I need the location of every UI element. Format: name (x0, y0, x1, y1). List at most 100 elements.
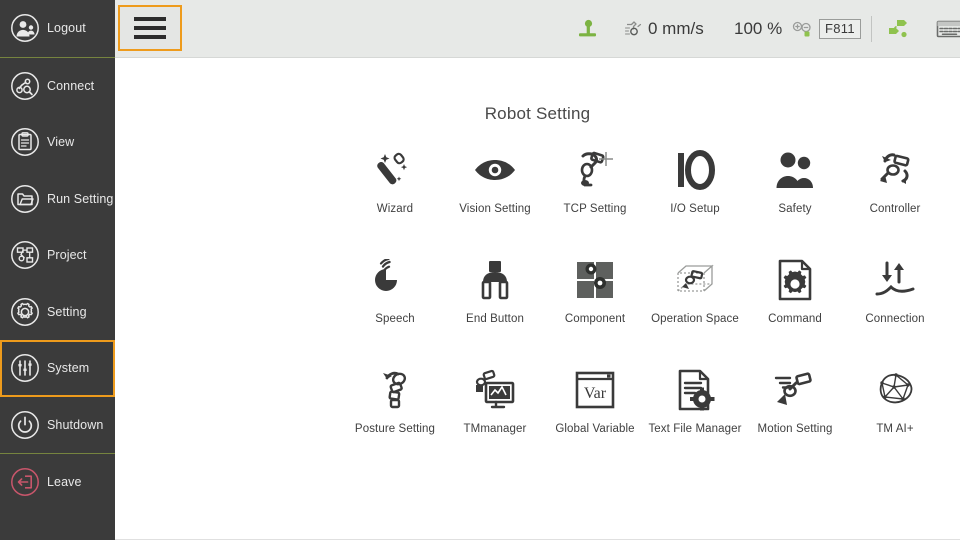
magic-wand-icon (373, 146, 417, 194)
sidebar-item-label: Connect (47, 78, 95, 93)
gripper-icon (476, 256, 514, 304)
speed-value: 0 mm/s (648, 18, 704, 38)
speed-percent-value: 100 % (734, 18, 783, 38)
brain-network-icon (871, 366, 919, 414)
run-setting-icon (9, 183, 40, 214)
divider-line (871, 15, 872, 42)
sliders-icon (9, 353, 40, 384)
sidebar-item-label: Leave (47, 475, 82, 490)
tile-label: Connection (865, 313, 925, 325)
content-area: Robot Setting Wizard Vision Setting TCP … (115, 58, 960, 540)
var-window-icon: Var (573, 366, 617, 414)
leave-icon (9, 467, 40, 498)
tile-operation-space[interactable]: Operation Space (645, 256, 745, 325)
tile-label: Wizard (376, 203, 414, 215)
network-flow-icon[interactable] (883, 0, 913, 57)
tile-safety[interactable]: Safety (745, 146, 845, 215)
tile-label: Posture Setting (354, 423, 436, 435)
tile-label: Controller (869, 203, 921, 215)
tile-label: I/O Setup (670, 203, 720, 215)
keyboard-icon[interactable] (935, 0, 960, 57)
io-text-icon (672, 146, 718, 194)
hamburger-bar (134, 17, 166, 21)
settings-grid: Wizard Vision Setting TCP Setting I/O Se… (115, 146, 960, 435)
tile-label: Motion Setting (757, 423, 833, 435)
tcp-robot-crosshair-icon (574, 146, 616, 194)
tile-speech[interactable]: Speech (345, 256, 445, 325)
speech-sound-icon (373, 256, 417, 304)
sidebar-item-label: Project (47, 248, 87, 263)
zoom-in-out-icon[interactable] (791, 0, 815, 57)
sidebar-item-system[interactable]: System (0, 340, 115, 397)
tile-label: Safety (778, 203, 812, 215)
document-gear-icon (775, 256, 815, 304)
project-badge-label: F811 (819, 18, 861, 39)
sidebar-item-connect[interactable]: Connect (0, 58, 115, 115)
toolbar-divider (862, 0, 881, 57)
tile-command[interactable]: Command (745, 256, 845, 325)
component-squares-gear-icon (574, 256, 616, 304)
view-icon (9, 127, 40, 158)
project-badge[interactable]: F811 (819, 0, 861, 57)
tile-tmmanager[interactable]: TMmanager (445, 366, 545, 435)
tile-label: Vision Setting (459, 203, 531, 215)
document-lines-gear-icon (675, 366, 715, 414)
sidebar-item-label: Setting (47, 304, 87, 319)
tile-text-file-manager[interactable]: Text File Manager (645, 366, 745, 435)
robot-posture-rotate-icon (374, 366, 416, 414)
top-toolbar: 0 mm/s 100 % F811 (115, 0, 960, 58)
tile-label: TM AI+ (876, 423, 914, 435)
gear-icon (9, 296, 40, 327)
sidebar-item-label: Run Setting (47, 191, 114, 206)
project-icon (9, 240, 40, 271)
hamburger-menu-button[interactable] (118, 5, 182, 51)
sidebar-item-project[interactable]: Project (0, 227, 115, 284)
sidebar-item-run-setting[interactable]: Run Setting (0, 171, 115, 228)
tile-label: Global Variable (555, 423, 635, 435)
joystick-icon (574, 16, 600, 42)
tile-component[interactable]: Component (545, 256, 645, 325)
tile-posture-setting[interactable]: Posture Setting (345, 366, 445, 435)
sidebar-item-shutdown[interactable]: Shutdown (0, 397, 115, 454)
jog-status-group[interactable] (574, 0, 600, 57)
sidebar-item-label: View (47, 135, 75, 150)
tile-label: Command (768, 313, 822, 325)
sidebar-item-label: System (47, 361, 90, 376)
tile-connection[interactable]: Connection (845, 256, 945, 325)
hamburger-bar (134, 35, 166, 39)
tile-label: Text File Manager (648, 423, 742, 435)
sidebar-item-setting[interactable]: Setting (0, 284, 115, 341)
robot-arm-rotate-icon (873, 146, 917, 194)
tile-end-button[interactable]: End Button (445, 256, 545, 325)
svg-text:Var: Var (584, 385, 607, 402)
robot-motion-lines-icon (772, 366, 818, 414)
tile-label: TCP Setting (563, 203, 627, 215)
up-down-arrows-curve-icon (872, 256, 918, 304)
sidebar-item-view[interactable]: View (0, 114, 115, 171)
tile-io-setup[interactable]: I/O Setup (645, 146, 745, 215)
speed-status-group: 0 mm/s (623, 0, 704, 57)
tile-label: Speech (375, 313, 415, 325)
sidebar: Logout Connect View Run Setting Project … (0, 0, 115, 540)
power-icon (9, 409, 40, 440)
robot-speed-icon (623, 19, 643, 39)
sidebar-item-leave[interactable]: Leave (0, 454, 115, 511)
user-logout-icon (9, 13, 40, 44)
tile-wizard[interactable]: Wizard (345, 146, 445, 215)
page-title: Robot Setting (484, 104, 591, 123)
hamburger-bar (134, 26, 166, 30)
right-pane: 0 mm/s 100 % F811 Robot Setting Wizard V… (115, 0, 960, 540)
tile-controller[interactable]: Controller (845, 146, 945, 215)
tile-tcp-setting[interactable]: TCP Setting (545, 146, 645, 215)
connect-icon (9, 70, 40, 101)
tile-vision-setting[interactable]: Vision Setting (445, 146, 545, 215)
tile-tm-ai-plus[interactable]: TM AI+ (845, 366, 945, 435)
tile-motion-setting[interactable]: Motion Setting (745, 366, 845, 435)
robot-monitor-icon (472, 366, 518, 414)
tile-global-variable[interactable]: Var Global Variable (545, 366, 645, 435)
3d-box-robot-icon (672, 256, 718, 304)
eye-icon (472, 146, 518, 194)
sidebar-item-logout[interactable]: Logout (0, 0, 115, 57)
tile-label: Component (564, 313, 626, 325)
tile-label: TMmanager (463, 423, 527, 435)
